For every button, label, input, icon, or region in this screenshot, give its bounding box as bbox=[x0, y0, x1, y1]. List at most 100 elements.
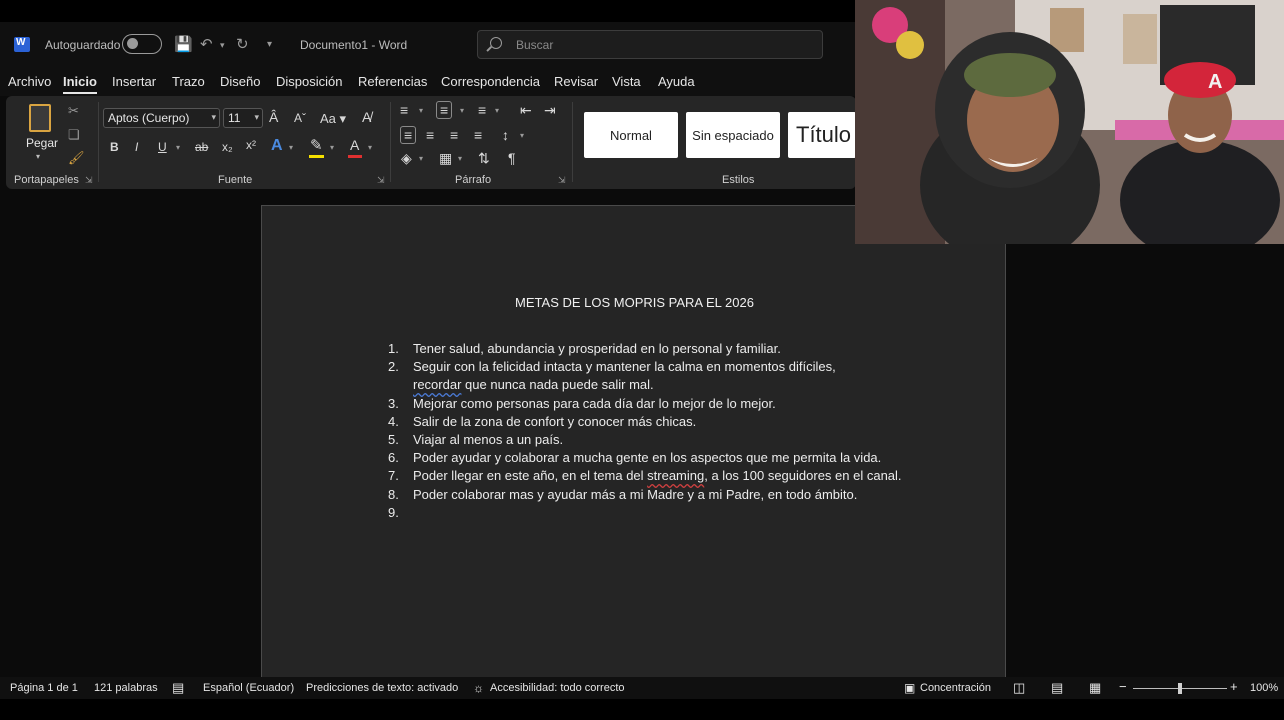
separator bbox=[98, 102, 99, 182]
font-color-icon[interactable]: A bbox=[350, 138, 359, 152]
list-number: 5. bbox=[388, 432, 399, 448]
strikethrough-button[interactable]: ab bbox=[195, 141, 208, 153]
text-predictions-status[interactable]: Predicciones de texto: activado bbox=[306, 682, 458, 694]
text-effects-icon[interactable]: A bbox=[271, 138, 283, 154]
chevron-down-icon[interactable]: ▾ bbox=[419, 155, 423, 163]
show-formatting-icon[interactable]: ¶ bbox=[508, 151, 516, 165]
tab-inicio[interactable]: Inicio bbox=[63, 74, 97, 94]
status-bar: Página 1 de 1 121 palabras ▤ Español (Ec… bbox=[0, 677, 1284, 699]
multilevel-list-icon[interactable]: ≡ bbox=[478, 103, 486, 117]
tab-ayuda[interactable]: Ayuda bbox=[658, 74, 695, 89]
decrease-indent-icon[interactable]: ⇤ bbox=[520, 103, 532, 117]
align-center-icon[interactable]: ≡ bbox=[426, 128, 434, 142]
align-left-icon[interactable]: ≡ bbox=[400, 126, 417, 144]
clipboard-launcher-icon[interactable]: ⇲ bbox=[85, 176, 93, 185]
grow-font-icon[interactable]: Â bbox=[269, 110, 278, 124]
search-input[interactable] bbox=[516, 37, 806, 53]
copy-icon[interactable]: ❏ bbox=[68, 128, 80, 141]
increase-indent-icon[interactable]: ⇥ bbox=[544, 103, 556, 117]
subscript-icon[interactable]: x₂ bbox=[222, 141, 233, 153]
style-title[interactable]: Título bbox=[788, 112, 856, 158]
list-item: 1. Tener salud, abundancia y prosperidad… bbox=[388, 340, 908, 358]
save-icon[interactable]: 💾 bbox=[174, 35, 193, 53]
chevron-down-icon[interactable]: ▾ bbox=[495, 107, 499, 115]
search-box[interactable] bbox=[477, 30, 823, 59]
chevron-down-icon[interactable]: ▾ bbox=[330, 144, 334, 152]
line-spacing-icon[interactable]: ↕ bbox=[502, 128, 509, 142]
chevron-down-icon[interactable]: ▾ bbox=[460, 107, 464, 115]
print-layout-icon[interactable]: ▤ bbox=[1051, 680, 1063, 696]
italic-button[interactable]: I bbox=[135, 141, 138, 153]
bullets-icon[interactable]: ≡ bbox=[400, 103, 408, 117]
tab-vista[interactable]: Vista bbox=[612, 74, 641, 89]
chevron-down-icon[interactable]: ▾ bbox=[289, 144, 293, 152]
paste-button[interactable]: Pegar ▾ bbox=[24, 104, 58, 164]
shrink-font-icon[interactable]: Aˇ bbox=[294, 112, 306, 124]
word-count[interactable]: 121 palabras bbox=[94, 682, 158, 694]
paragraph-launcher-icon[interactable]: ⇲ bbox=[558, 176, 566, 185]
shading-icon[interactable]: ◈ bbox=[401, 151, 412, 165]
undo-dropdown-icon[interactable]: ▾ bbox=[220, 40, 225, 51]
tab-insertar[interactable]: Insertar bbox=[112, 74, 156, 89]
justify-icon[interactable]: ≡ bbox=[474, 128, 482, 142]
font-size-select[interactable]: 11 ▾ bbox=[223, 108, 263, 128]
list-number: 4. bbox=[388, 413, 399, 429]
proofing-icon[interactable]: ▤ bbox=[172, 680, 184, 696]
document-page[interactable]: METAS DE LOS MOPRIS PARA EL 2026 1. Tene… bbox=[261, 205, 1006, 685]
clipboard-icon bbox=[29, 104, 51, 132]
superscript-icon[interactable]: x² bbox=[246, 139, 256, 151]
zoom-slider-thumb[interactable] bbox=[1178, 683, 1182, 694]
underline-button[interactable]: U bbox=[158, 141, 167, 153]
list-item: 4. Salir de la zona de confort y conocer… bbox=[388, 413, 908, 431]
tab-correspondencia[interactable]: Correspondencia bbox=[441, 74, 540, 89]
font-launcher-icon[interactable]: ⇲ bbox=[377, 176, 385, 185]
accessibility-status[interactable]: Accesibilidad: todo correcto bbox=[490, 682, 625, 694]
style-normal[interactable]: Normal bbox=[584, 112, 678, 158]
change-case-button[interactable]: Aa ▾ bbox=[320, 112, 346, 125]
font-name-select[interactable]: Aptos (Cuerpo) ▾ bbox=[103, 108, 220, 128]
customize-toolbar-icon[interactable]: ▾ bbox=[267, 39, 272, 50]
tab-revisar[interactable]: Revisar bbox=[554, 74, 598, 89]
chevron-down-icon[interactable]: ▾ bbox=[368, 144, 372, 152]
style-no-spacing[interactable]: Sin espaciado bbox=[686, 112, 780, 158]
zoom-out-icon[interactable]: − bbox=[1119, 679, 1127, 694]
tab-referencias[interactable]: Referencias bbox=[358, 74, 427, 89]
separator bbox=[572, 102, 573, 182]
zoom-level[interactable]: 100% bbox=[1250, 682, 1278, 694]
chevron-down-icon[interactable]: ▾ bbox=[419, 107, 423, 115]
highlight-icon[interactable]: ✎ bbox=[310, 138, 323, 153]
focus-mode-button[interactable]: Concentración bbox=[920, 682, 991, 694]
bold-button[interactable]: B bbox=[110, 141, 119, 153]
cut-icon[interactable]: ✂ bbox=[68, 104, 79, 117]
borders-icon[interactable]: ▦ bbox=[439, 151, 452, 165]
underline-dropdown-icon[interactable]: ▾ bbox=[176, 144, 180, 152]
font-name-value: Aptos (Cuerpo) bbox=[108, 111, 190, 125]
tab-archivo[interactable]: Archivo bbox=[8, 74, 51, 89]
autosave-toggle[interactable] bbox=[122, 34, 162, 54]
undo-icon[interactable]: ↶ bbox=[200, 35, 213, 53]
list-number: 1. bbox=[388, 341, 399, 356]
list-text: Poder colaborar mas y ayudar más a mi Ma… bbox=[413, 486, 858, 502]
list-item: 3. Mejorar como personas para cada día d… bbox=[388, 395, 908, 413]
font-group-label: Fuente bbox=[218, 174, 253, 186]
web-layout-icon[interactable]: ▦ bbox=[1089, 680, 1101, 696]
numbering-icon[interactable]: ≡ bbox=[436, 101, 453, 119]
tab-diseno[interactable]: Diseño bbox=[220, 74, 260, 89]
align-right-icon[interactable]: ≡ bbox=[450, 128, 458, 142]
format-painter-icon[interactable]: 🖌 bbox=[68, 151, 85, 164]
tab-disposicion[interactable]: Disposición bbox=[276, 74, 342, 89]
chevron-down-icon[interactable]: ▾ bbox=[520, 132, 524, 140]
redo-icon[interactable]: ↻ bbox=[236, 35, 249, 53]
page-indicator[interactable]: Página 1 de 1 bbox=[10, 682, 78, 694]
tab-trazo[interactable]: Trazo bbox=[172, 74, 205, 89]
chevron-down-icon[interactable]: ▾ bbox=[458, 155, 462, 163]
list-text-part: Poder llegar en este año, en el tema del bbox=[413, 468, 648, 484]
zoom-in-icon[interactable]: + bbox=[1230, 679, 1238, 694]
list-number: 6. bbox=[388, 450, 399, 466]
sort-icon[interactable]: ⇅ bbox=[478, 151, 490, 165]
language-indicator[interactable]: Español (Ecuador) bbox=[203, 682, 294, 694]
read-mode-icon[interactable]: ◫ bbox=[1013, 680, 1025, 696]
clear-formatting-icon[interactable]: A̸ bbox=[362, 110, 371, 124]
list-item: 7. Poder llegar en este año, en el tema … bbox=[388, 467, 908, 485]
highlight-color-bar bbox=[309, 155, 324, 158]
